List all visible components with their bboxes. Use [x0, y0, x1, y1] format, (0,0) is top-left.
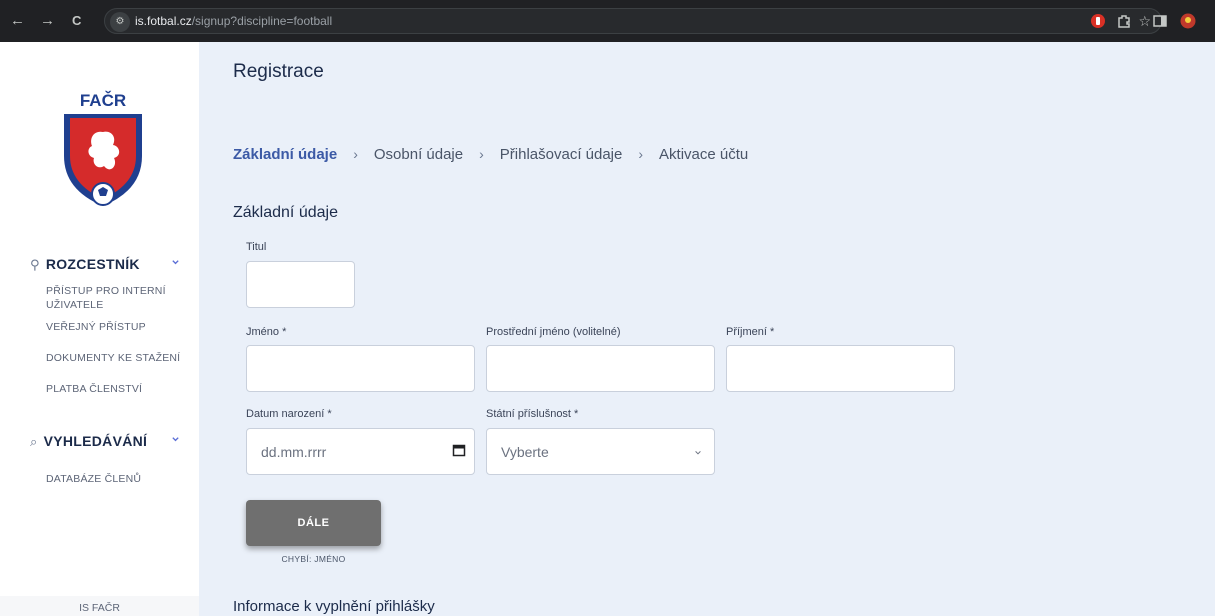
back-icon[interactable]: ←	[10, 12, 25, 30]
step-basic-info[interactable]: Základní údaje	[233, 146, 337, 163]
calendar-icon[interactable]	[452, 443, 466, 457]
step-account-activation[interactable]: Aktivace účtu	[659, 146, 748, 163]
main-content: Registrace Základní údaje › Osobní údaje…	[199, 42, 1215, 616]
chevron-right-icon: ›	[479, 146, 484, 162]
step-personal-info[interactable]: Osobní údaje	[374, 146, 463, 163]
prijmeni-input[interactable]	[726, 345, 955, 392]
chevron-down-icon	[172, 260, 179, 265]
side-panel-icon[interactable]	[1152, 13, 1168, 29]
section-title: Základní údaje	[233, 204, 338, 221]
registration-steps: Základní údaje › Osobní údaje › Přihlašo…	[233, 144, 748, 164]
statni-prislusnost-label: Státní příslušnost *	[486, 408, 579, 420]
sidebar-item-public-access[interactable]: VEŘEJNÝ PŘÍSTUP	[46, 320, 186, 334]
sidebar-item-documents[interactable]: DOKUMENTY KE STAŽENÍ	[46, 351, 186, 365]
next-button[interactable]: DÁLE	[246, 500, 381, 546]
page-title: Registrace	[233, 61, 324, 82]
profile-avatar-icon[interactable]	[1180, 13, 1196, 29]
search-icon: ⌕	[30, 434, 38, 449]
missing-field-note: CHYBÍ: JMÉNO	[281, 554, 346, 564]
site-settings-icon[interactable]: ⚙	[110, 12, 130, 32]
url-text[interactable]: is.fotbal.cz/signup?discipline=football	[135, 14, 332, 28]
prostredni-jmeno-label: Prostřední jméno (volitelné)	[486, 326, 621, 338]
facr-logo[interactable]: FAČR	[56, 90, 150, 210]
sidebar-item-membership-payment[interactable]: PLATBA ČLENSTVÍ	[46, 382, 186, 396]
forward-icon[interactable]: →	[40, 12, 55, 30]
date-placeholder: dd.mm.rrrr	[261, 444, 327, 460]
jmeno-input[interactable]	[246, 345, 475, 392]
sidebar-item-member-database[interactable]: DATABÁZE ČLENŮ	[46, 472, 186, 486]
sidebar-footer: IS FAČR	[0, 596, 199, 616]
statni-prislusnost-select[interactable]: Vyberte	[486, 428, 715, 475]
step-login-info[interactable]: Přihlašovací údaje	[500, 146, 623, 163]
reload-icon[interactable]: C	[72, 12, 81, 30]
select-value: Vyberte	[501, 444, 549, 460]
nav-section-rozcestnik[interactable]: ⚲ ROZCESTNÍK	[30, 256, 179, 273]
extension-stop-icon[interactable]	[1090, 13, 1106, 29]
datum-narozeni-label: Datum narození *	[246, 408, 332, 420]
person-icon: ⚲	[30, 257, 40, 272]
info-section-title: Informace k vyplnění přihlášky	[233, 598, 435, 615]
browser-toolbar: ← → C ⚙ is.fotbal.cz/signup?discipline=f…	[0, 0, 1215, 42]
svg-text:FAČR: FAČR	[80, 91, 126, 110]
chevron-down-icon	[172, 437, 179, 442]
bookmark-star-icon[interactable]: ☆	[1138, 13, 1151, 30]
sidebar: FAČR ⚲ ROZCESTNÍK PŘÍSTUP PRO INTERNÍ UŽI…	[0, 42, 199, 616]
chevron-right-icon: ›	[353, 146, 358, 162]
sidebar-item-internal-access[interactable]: PŘÍSTUP PRO INTERNÍ UŽIVATELE	[46, 284, 186, 312]
chevron-right-icon: ›	[638, 146, 644, 162]
jmeno-label: Jméno *	[246, 326, 287, 338]
chevron-down-icon	[695, 451, 701, 455]
prostredni-jmeno-input[interactable]	[486, 345, 715, 392]
titul-input[interactable]	[246, 261, 355, 308]
extensions-puzzle-icon[interactable]	[1116, 13, 1132, 29]
datum-narozeni-input[interactable]: dd.mm.rrrr	[246, 428, 475, 475]
nav-section-vyhledavani[interactable]: ⌕ VYHLEDÁVÁNÍ	[30, 433, 179, 450]
prijmeni-label: Příjmení *	[726, 326, 775, 338]
address-bar[interactable]: ⚙ is.fotbal.cz/signup?discipline=footbal…	[104, 8, 1162, 34]
titul-label: Titul	[246, 241, 267, 253]
